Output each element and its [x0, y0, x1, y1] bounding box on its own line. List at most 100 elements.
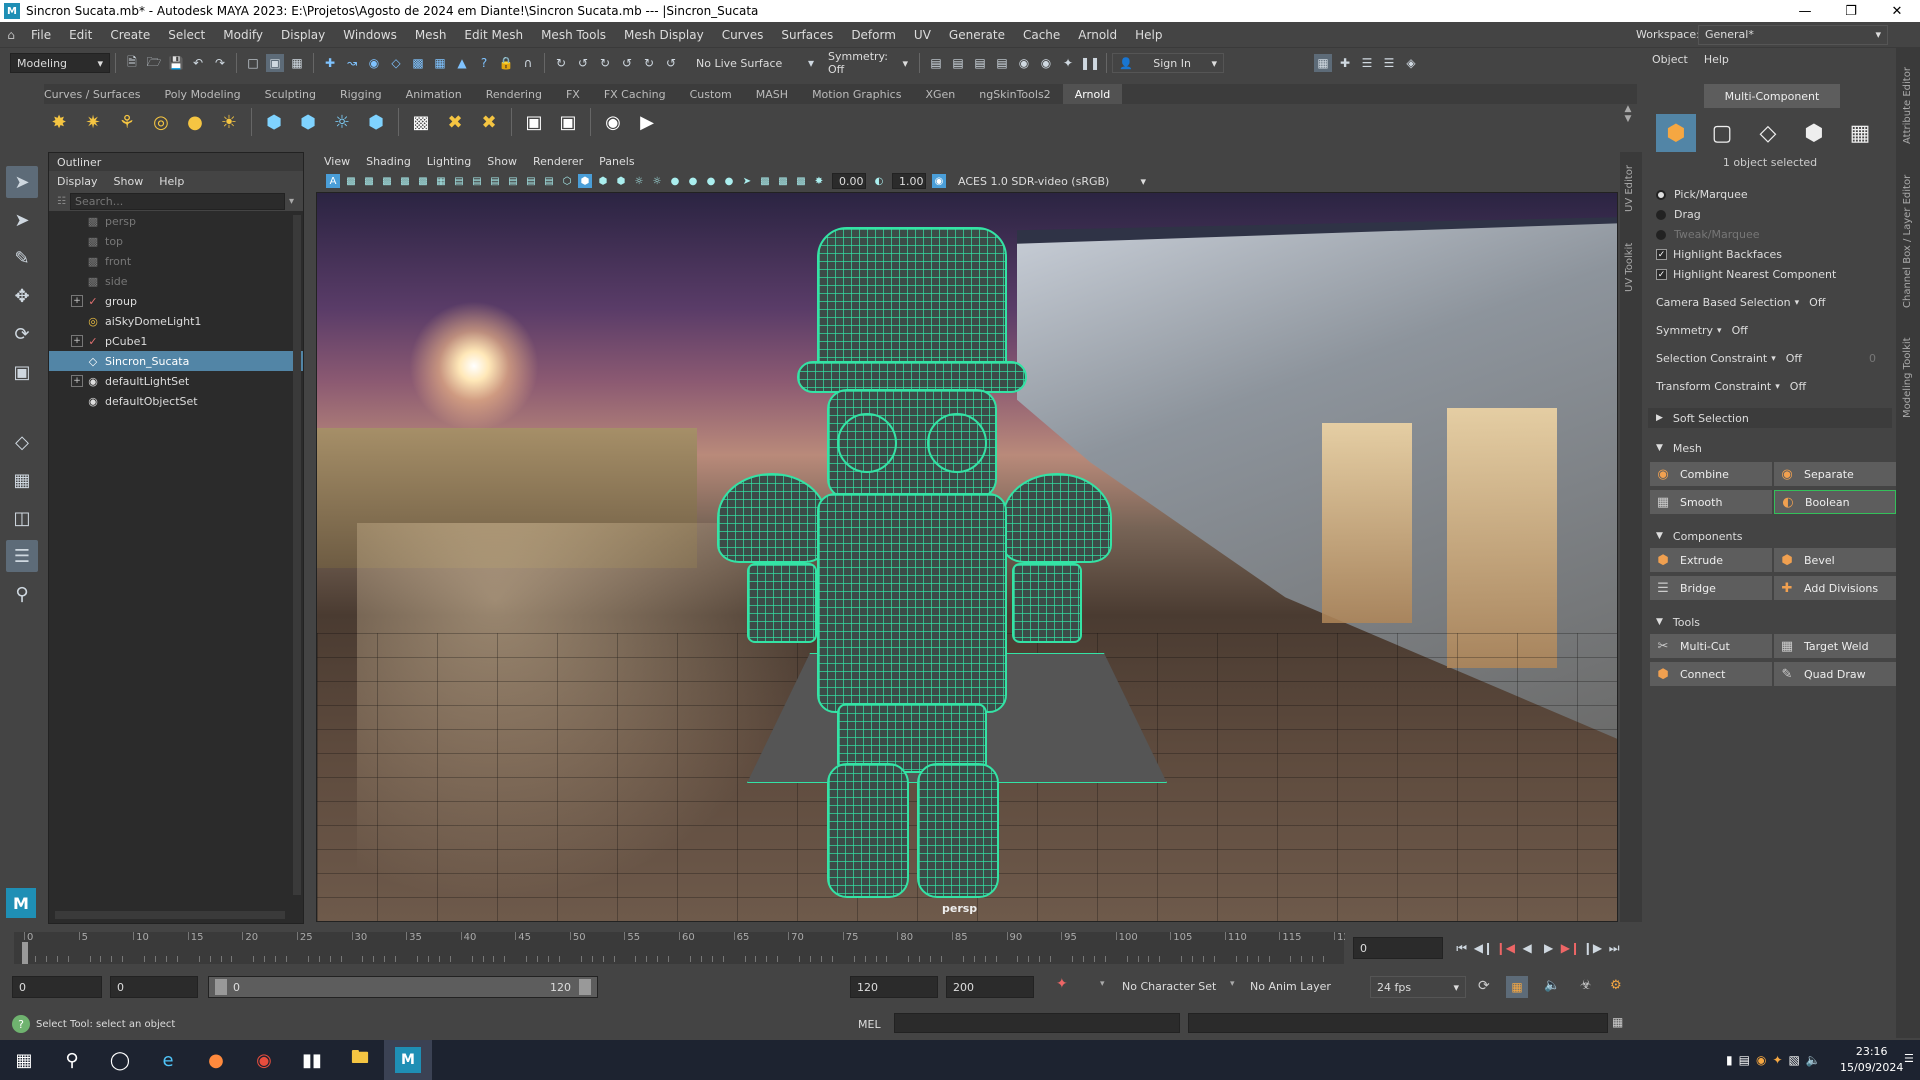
search-icon[interactable]: ⚲ [48, 1040, 96, 1080]
xray-icon[interactable]: ▩ [758, 174, 772, 188]
current-frame-field[interactable]: 0 [1353, 937, 1443, 959]
sign-in-dropdown[interactable]: 👤 Sign In ▾ [1112, 53, 1224, 73]
soft-select-icon[interactable]: ↻ [640, 54, 658, 72]
live-surface-field[interactable]: No Live Surface [690, 53, 800, 73]
move-tool-icon[interactable]: ✥ [6, 280, 38, 312]
light-editor-icon[interactable]: ✦ [1059, 54, 1077, 72]
toolkit-menu-help[interactable]: Help [1696, 53, 1737, 66]
edge-browser-icon[interactable]: e [144, 1040, 192, 1080]
render-play-icon[interactable]: ▶ [633, 108, 661, 136]
outliner-row-aiskydomelight1[interactable]: ◎ aiSkyDomeLight1 [49, 311, 303, 331]
film-gate-icon[interactable]: ▤ [452, 174, 466, 188]
open-scene-icon[interactable]: 🗁 [145, 54, 163, 72]
attribute-editor-tab[interactable]: Attribute Editor [1902, 67, 1913, 144]
render-frame-icon[interactable]: ▤ [949, 54, 967, 72]
color-space-dropdown[interactable]: ACES 1.0 SDR-video (sRGB) ▾ [952, 173, 1152, 189]
menu-mesh[interactable]: Mesh [406, 28, 456, 42]
play-forwards-icon[interactable]: ▶ [1540, 939, 1558, 957]
outliner-menu-show[interactable]: Show [106, 175, 152, 188]
wireframe-on-shaded-icon[interactable]: ⬢ [596, 174, 610, 188]
single-perspective-layout-icon[interactable]: ◇ [6, 426, 38, 458]
menu-surfaces[interactable]: Surfaces [772, 28, 842, 42]
workspace-dropdown[interactable]: General* ▾ [1698, 24, 1888, 45]
preferences-icon[interactable]: ⚙ [1610, 978, 1622, 993]
close-button[interactable]: ✕ [1874, 0, 1920, 22]
gamma-icon[interactable]: ◐ [872, 174, 886, 188]
shelf-tab-ngskintools2[interactable]: ngSkinTools2 [967, 84, 1062, 104]
tray-app2-icon[interactable]: ✦ [1772, 1053, 1782, 1067]
safe-title-icon[interactable]: ▤ [542, 174, 556, 188]
menu-create[interactable]: Create [101, 28, 159, 42]
step-back-key-icon[interactable]: ❙◀ [1496, 939, 1515, 957]
animation-end-field[interactable]: 200 [946, 976, 1034, 998]
lasso-icon[interactable]: ↺ [574, 54, 592, 72]
step-forward-key-icon[interactable]: ▶❙ [1561, 939, 1580, 957]
range-handle-end[interactable] [579, 979, 591, 995]
menu-file[interactable]: File [22, 28, 60, 42]
select-camera-icon[interactable]: A [326, 174, 340, 188]
toggle-tool-settings-icon[interactable]: ✚ [1336, 54, 1354, 72]
character-set-label[interactable]: No Character Set [1122, 980, 1216, 993]
components-section[interactable]: ▼ Components [1648, 526, 1892, 546]
menu-edit[interactable]: Edit [60, 28, 101, 42]
render-view-eye-icon[interactable]: ◉ [599, 108, 627, 136]
tray-app-icon[interactable]: ◉ [1756, 1053, 1766, 1067]
snap-live-icon[interactable]: ▲ [453, 54, 471, 72]
toolkit-menu-object[interactable]: Object [1644, 53, 1696, 66]
menu-arnold[interactable]: Arnold [1069, 28, 1126, 42]
xray-joints-icon[interactable]: ▩ [776, 174, 790, 188]
reflect-icon[interactable]: ↺ [662, 54, 680, 72]
grid-icon[interactable]: ▦ [434, 174, 448, 188]
pick-marquee-radio[interactable]: Pick/Marquee [1656, 188, 1748, 201]
auto-key-icon[interactable]: ✦ [1056, 976, 1068, 992]
outliner-horizontal-scrollbar[interactable] [55, 911, 285, 919]
multisample-icon[interactable]: ● [704, 174, 718, 188]
edge-mode-icon[interactable]: ◇ [1748, 114, 1788, 152]
new-scene-icon[interactable]: 🗎 [123, 54, 141, 72]
outliner-row-front[interactable]: ▩ front [49, 251, 303, 271]
outliner-search-input[interactable] [69, 192, 285, 210]
snap-view-icon[interactable]: ◇ [387, 54, 405, 72]
outliner-menu-help[interactable]: Help [151, 175, 192, 188]
bridge-button[interactable]: ☰ Bridge [1650, 576, 1772, 600]
expand-icon[interactable]: + [71, 375, 83, 387]
tweak-icon[interactable]: ↺ [618, 54, 636, 72]
maximize-button[interactable]: ❐ [1828, 0, 1874, 22]
add-divisions-button[interactable]: ✚ Add Divisions [1774, 576, 1896, 600]
step-back-frame-icon[interactable]: ◀❙ [1474, 939, 1493, 957]
grease-pencil-icon[interactable]: ▩ [416, 174, 430, 188]
quad-draw-button[interactable]: ✎ Quad Draw [1774, 662, 1896, 686]
windows-start-icon[interactable]: ▦ [0, 1040, 48, 1080]
tray-volume-icon[interactable]: 🔈 [1806, 1053, 1821, 1067]
menu-cache[interactable]: Cache [1014, 28, 1069, 42]
lock-icon[interactable]: 🔒 [497, 54, 515, 72]
outliner-row-persp[interactable]: ▩ persp [49, 211, 303, 231]
outliner-layout-icon[interactable]: ☰ [6, 540, 38, 572]
outliner-row-defaultlightset[interactable]: + ◉ defaultLightSet [49, 371, 303, 391]
viewport-menu-shading[interactable]: Shading [358, 155, 419, 168]
menu-mesh-display[interactable]: Mesh Display [615, 28, 713, 42]
outliner-row-side[interactable]: ▩ side [49, 271, 303, 291]
lasso-tool-icon[interactable]: ➤ [6, 204, 38, 236]
home-icon[interactable]: ⌂ [0, 28, 22, 42]
maya-taskbar-icon[interactable]: M [384, 1040, 432, 1080]
save-scene-icon[interactable]: 💾 [167, 54, 185, 72]
safe-action-icon[interactable]: ▤ [524, 174, 538, 188]
four-view-layout-icon[interactable]: ▦ [6, 464, 38, 496]
audio-app-icon[interactable]: ▮▮ [288, 1040, 336, 1080]
timeline-playhead[interactable] [22, 942, 28, 964]
rotate-tool-icon[interactable]: ⟳ [6, 318, 38, 350]
viewport-menu-lighting[interactable]: Lighting [419, 155, 479, 168]
magnet-icon[interactable]: ∩ [519, 54, 537, 72]
render-setup-icon[interactable]: ◉ [1037, 54, 1055, 72]
snap-help-icon[interactable]: ? [475, 54, 493, 72]
snap-mesh-icon[interactable]: ▦ [431, 54, 449, 72]
task-view-icon[interactable]: ◯ [96, 1040, 144, 1080]
highlight-backfaces-checkbox[interactable]: ✓ Highlight Backfaces [1656, 248, 1782, 261]
outliner-row-defaultobjectset[interactable]: ◉ defaultObjectSet [49, 391, 303, 411]
channel-box-tab[interactable]: Channel Box / Layer Editor [1902, 175, 1913, 308]
viewport-menu-renderer[interactable]: Renderer [525, 155, 591, 168]
textured-icon[interactable]: ⬢ [614, 174, 628, 188]
toggle-outliner-icon[interactable]: ☰ [1380, 54, 1398, 72]
shelf-tab-arnold[interactable]: Arnold [1062, 84, 1123, 104]
